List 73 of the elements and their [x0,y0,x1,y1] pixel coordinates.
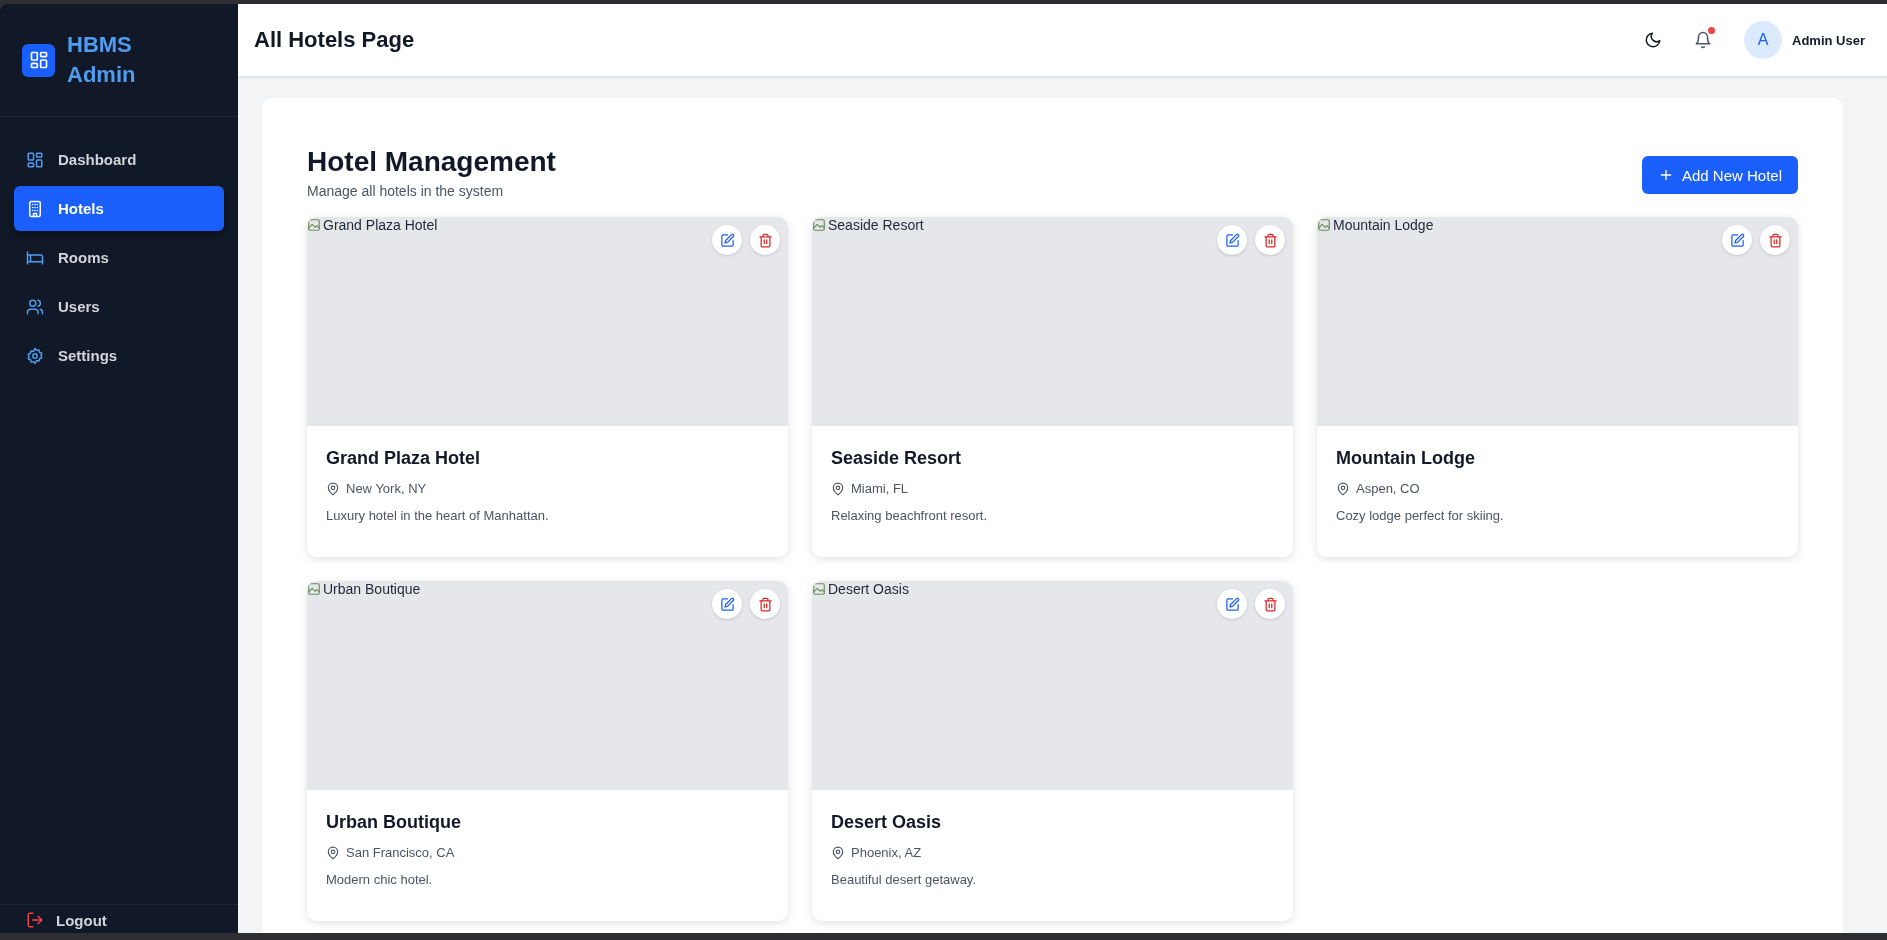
hotel-name: Mountain Lodge [1336,448,1476,469]
user-avatar[interactable]: A [1744,21,1783,59]
edit-button[interactable] [1722,225,1752,255]
hotel-description: Cozy lodge perfect for skiing. [1336,508,1505,523]
logout-icon [26,911,44,929]
edit-button[interactable] [712,225,742,255]
hotel-location: Aspen, CO [1356,481,1420,496]
nav-item[interactable]: Rooms [14,235,224,280]
delete-button[interactable] [750,225,780,255]
hotel-location: Miami, FL [851,481,909,496]
delete-button[interactable] [1255,225,1285,255]
trash-icon [1262,596,1278,612]
add-hotel-button[interactable]: Add New Hotel [1641,156,1798,194]
edit-icon [719,596,735,612]
broken-image-icon [307,218,321,232]
trash-icon [757,232,773,248]
location-pin-icon [831,845,845,860]
broken-image-icon [307,582,321,596]
section-title: Hotel Management [307,146,556,178]
edit-icon [1224,232,1240,248]
location-pin-icon [831,481,845,496]
grid-icon [28,50,49,70]
hotel-description: Luxury hotel in the heart of Manhattan. [326,508,550,523]
trash-icon [757,596,773,612]
image-alt-text: Desert Oasis [828,581,909,597]
edit-icon [719,232,735,248]
broken-image-icon [812,218,826,232]
image-alt-text: Grand Plaza Hotel [323,217,438,233]
grid-icon [26,150,44,169]
hotel-name: Urban Boutique [326,812,462,833]
hotel-name: Seaside Resort [831,448,963,469]
hotel-location: Phoenix, AZ [851,845,922,860]
logout-link[interactable]: Logout [56,911,107,929]
edit-icon [1729,232,1745,248]
delete-button[interactable] [1760,225,1790,255]
edit-button[interactable] [712,589,742,619]
broken-image-icon [812,582,826,596]
nav-item[interactable]: Users [14,284,224,329]
delete-button[interactable] [1255,589,1285,619]
nav-item[interactable]: Settings [14,333,224,378]
broken-image-icon [1317,218,1331,232]
brand-name: Admin [67,61,136,89]
edit-icon [1224,596,1240,612]
settings-icon [26,346,44,365]
edit-button[interactable] [1217,589,1247,619]
hotel-location: San Francisco, CA [346,845,455,860]
hotel-description: Beautiful desert getaway. [831,872,977,887]
delete-button[interactable] [750,589,780,619]
nav-item[interactable]: Hotels [14,186,224,231]
moon-icon [1644,31,1663,49]
user-name: Admin User [1792,32,1865,48]
image-alt-text: Urban Boutique [323,581,421,597]
location-pin-icon [1336,481,1350,496]
image-alt-text: Seaside Resort [828,217,924,233]
trash-icon [1767,232,1783,248]
edit-button[interactable] [1217,225,1247,255]
hotel-description: Relaxing beachfront resort. [831,508,989,523]
building-icon [26,199,44,218]
hotel-name: Desert Oasis [831,812,943,833]
hotel-description: Modern chic hotel. [326,872,434,887]
section-subtitle: Manage all hotels in the system [307,183,505,199]
bell-icon [1694,31,1713,49]
location-pin-icon [326,481,340,496]
bed-icon [26,248,44,267]
page-title: All Hotels Page [254,27,416,53]
hotel-location: New York, NY [346,481,427,496]
brand-name: HBMS [67,31,133,59]
location-pin-icon [326,845,340,860]
hotel-name: Grand Plaza Hotel [326,448,482,469]
nav-item[interactable]: Dashboard [14,137,224,182]
trash-icon [1262,232,1278,248]
users-icon [26,297,44,316]
image-alt-text: Mountain Lodge [1333,217,1434,233]
